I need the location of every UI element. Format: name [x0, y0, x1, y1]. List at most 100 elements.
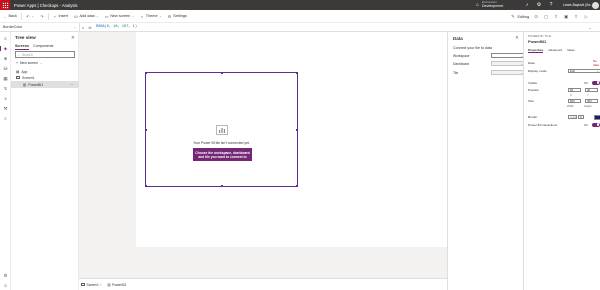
- chevron-down-icon[interactable]: ⌄: [580, 25, 600, 30]
- screen-icon: [16, 76, 20, 79]
- avatar[interactable]: [592, 1, 599, 9]
- position-y-input[interactable]: 40: [585, 87, 598, 93]
- user-name[interactable]: Lewis Baybutt (Se...: [563, 3, 593, 7]
- new-screen-button[interactable]: ▭ New screen ⌄: [102, 10, 138, 23]
- breadcrumb-powerbi1[interactable]: ▥ PowerBI1: [107, 283, 126, 287]
- choose-tile-button[interactable]: Choose the workspace, dashboard and tile…: [193, 148, 252, 161]
- resize-handle[interactable]: [144, 185, 147, 187]
- height-input[interactable]: 400: [585, 98, 598, 104]
- dashboard-dropdown[interactable]: ⌄: [491, 61, 525, 66]
- tree-view-icon[interactable]: ◈: [0, 45, 9, 52]
- resize-handle[interactable]: [144, 129, 147, 131]
- more-options-icon[interactable]: ···: [70, 82, 73, 87]
- virtual-agent-icon[interactable]: ☺: [2, 282, 9, 289]
- visible-state: On: [584, 81, 589, 85]
- new-screen-button[interactable]: + New screen ⌄: [16, 61, 42, 65]
- border-color-swatch[interactable]: [594, 115, 600, 120]
- tree-item-label: App: [21, 69, 28, 74]
- help-icon[interactable]: ?: [548, 2, 554, 8]
- screen-icon: [81, 283, 85, 286]
- comment-icon[interactable]: ▢: [543, 14, 549, 20]
- breadcrumb-label: PowerBI1: [112, 282, 127, 287]
- tab-ideas[interactable]: Ideas: [567, 48, 575, 53]
- close-icon[interactable]: ✕: [515, 35, 519, 41]
- power-automate-icon[interactable]: ↯: [2, 85, 9, 92]
- visible-toggle[interactable]: [592, 80, 600, 85]
- settings-button[interactable]: ⚙ Settings: [165, 10, 190, 23]
- insert-button[interactable]: + Insert: [50, 10, 71, 23]
- tab-properties[interactable]: Properties: [528, 48, 544, 53]
- resize-handle[interactable]: [144, 71, 147, 74]
- tab-components[interactable]: Components: [33, 44, 53, 50]
- resize-handle[interactable]: [221, 185, 223, 187]
- properties-panel: POWER BI TILE PowerBI1 Properties Advanc…: [523, 32, 600, 290]
- tile-dropdown[interactable]: ⌄: [491, 70, 525, 75]
- screen-canvas[interactable]: Your Power BI tile isn't connected yet. …: [136, 32, 449, 247]
- tab-screens[interactable]: Screens: [15, 44, 29, 50]
- border-width-input[interactable]: 0: [578, 114, 584, 120]
- back-button[interactable]: ← Back: [0, 10, 20, 23]
- play-icon[interactable]: ▷: [583, 14, 589, 20]
- fx-icon[interactable]: fx: [86, 25, 94, 30]
- editing-button[interactable]: ✎ Editing: [510, 10, 529, 23]
- border-style-dropdown[interactable]: Solid: [568, 114, 577, 120]
- power-bi-interactions-state: On: [584, 123, 589, 127]
- gear-icon[interactable]: ⚙: [536, 2, 542, 8]
- tree-view-panel: Tree view ✕ Screens Components ⌕ Search …: [11, 32, 79, 290]
- insert-label: Insert: [58, 14, 68, 18]
- breadcrumb-screen1[interactable]: Screen1 ›: [81, 283, 101, 287]
- tile-row: Tile ⌄: [453, 70, 525, 75]
- close-icon[interactable]: ✕: [71, 35, 75, 41]
- display-mode-dropdown[interactable]: Edit ⌄: [568, 68, 600, 74]
- app-launcher-icon[interactable]: [0, 0, 10, 10]
- no-data-link[interactable]: No data: [593, 59, 600, 67]
- screen-icon: ▭: [104, 13, 109, 19]
- environment-picker[interactable]: ⌂ Environment Development: [476, 1, 503, 8]
- height-label: Height: [584, 105, 592, 108]
- powerbi-tile[interactable]: Your Power BI tile isn't connected yet. …: [144, 71, 298, 187]
- resize-handle[interactable]: [296, 185, 298, 187]
- new-screen-label: New screen: [19, 61, 38, 65]
- workspace-label: Workspace: [453, 53, 470, 58]
- insert-icon[interactable]: ⊕: [2, 55, 9, 62]
- tree-item-screen1[interactable]: Screen1: [11, 74, 79, 81]
- redo-button[interactable]: ↷: [37, 10, 47, 23]
- resize-handle[interactable]: [296, 71, 298, 74]
- new-screen-label: New screen: [110, 14, 131, 18]
- undo-button[interactable]: ↶ ⌄: [23, 10, 37, 23]
- size-row: Size 600 400: [528, 98, 600, 104]
- search-icon[interactable]: ⌕: [2, 115, 9, 122]
- save-icon[interactable]: ▣: [563, 14, 569, 20]
- tree-item-powerbi1[interactable]: ▥ PowerBI1 ···: [11, 81, 79, 88]
- media-icon[interactable]: ▦: [2, 75, 9, 82]
- publish-icon[interactable]: ⇧: [573, 14, 579, 20]
- workspace-dropdown[interactable]: ⌄: [491, 53, 525, 58]
- share-icon[interactable]: ⇪: [553, 14, 559, 20]
- formula-input[interactable]: RGBA(0, 18, 107, 1): [94, 25, 580, 29]
- data-panel-subtitle: Connect your tile to data: [453, 46, 492, 50]
- add-data-button[interactable]: ⛁ Add data ⌄: [71, 10, 102, 23]
- width-input[interactable]: 600: [568, 98, 581, 104]
- search-input[interactable]: ⌕ Search: [15, 51, 75, 58]
- settings-icon[interactable]: ⚙: [2, 272, 9, 279]
- variables-icon[interactable]: x: [2, 95, 9, 102]
- tab-advanced[interactable]: Advanced: [548, 48, 562, 53]
- power-bi-interactions-toggle[interactable]: [592, 122, 600, 127]
- theme-button[interactable]: ◐ Theme ⌄: [137, 10, 164, 23]
- resize-handle[interactable]: [296, 129, 298, 131]
- chevron-down-icon: ⌄: [596, 69, 599, 73]
- control-name[interactable]: PowerBI1: [528, 39, 546, 44]
- property-dropdown[interactable]: BorderColor ⌄: [0, 23, 80, 31]
- resize-handle[interactable]: [221, 71, 223, 74]
- back-label: Back: [8, 14, 17, 18]
- search-icon: ⌕: [18, 52, 20, 57]
- hamburger-icon[interactable]: ≡: [2, 35, 9, 42]
- bell-icon[interactable]: ♪: [524, 2, 530, 8]
- check-icon[interactable]: ⊙: [533, 14, 539, 20]
- data-icon[interactable]: ⛁: [2, 65, 9, 72]
- visible-row: Visible On: [528, 80, 600, 85]
- advanced-tools-icon[interactable]: ⚒: [2, 105, 9, 112]
- app-header: Power Apps | Checkups - Analysis ⌂ Envir…: [0, 0, 600, 10]
- position-x-input[interactable]: 60: [568, 87, 581, 93]
- tree-item-label: PowerBI1: [28, 82, 44, 87]
